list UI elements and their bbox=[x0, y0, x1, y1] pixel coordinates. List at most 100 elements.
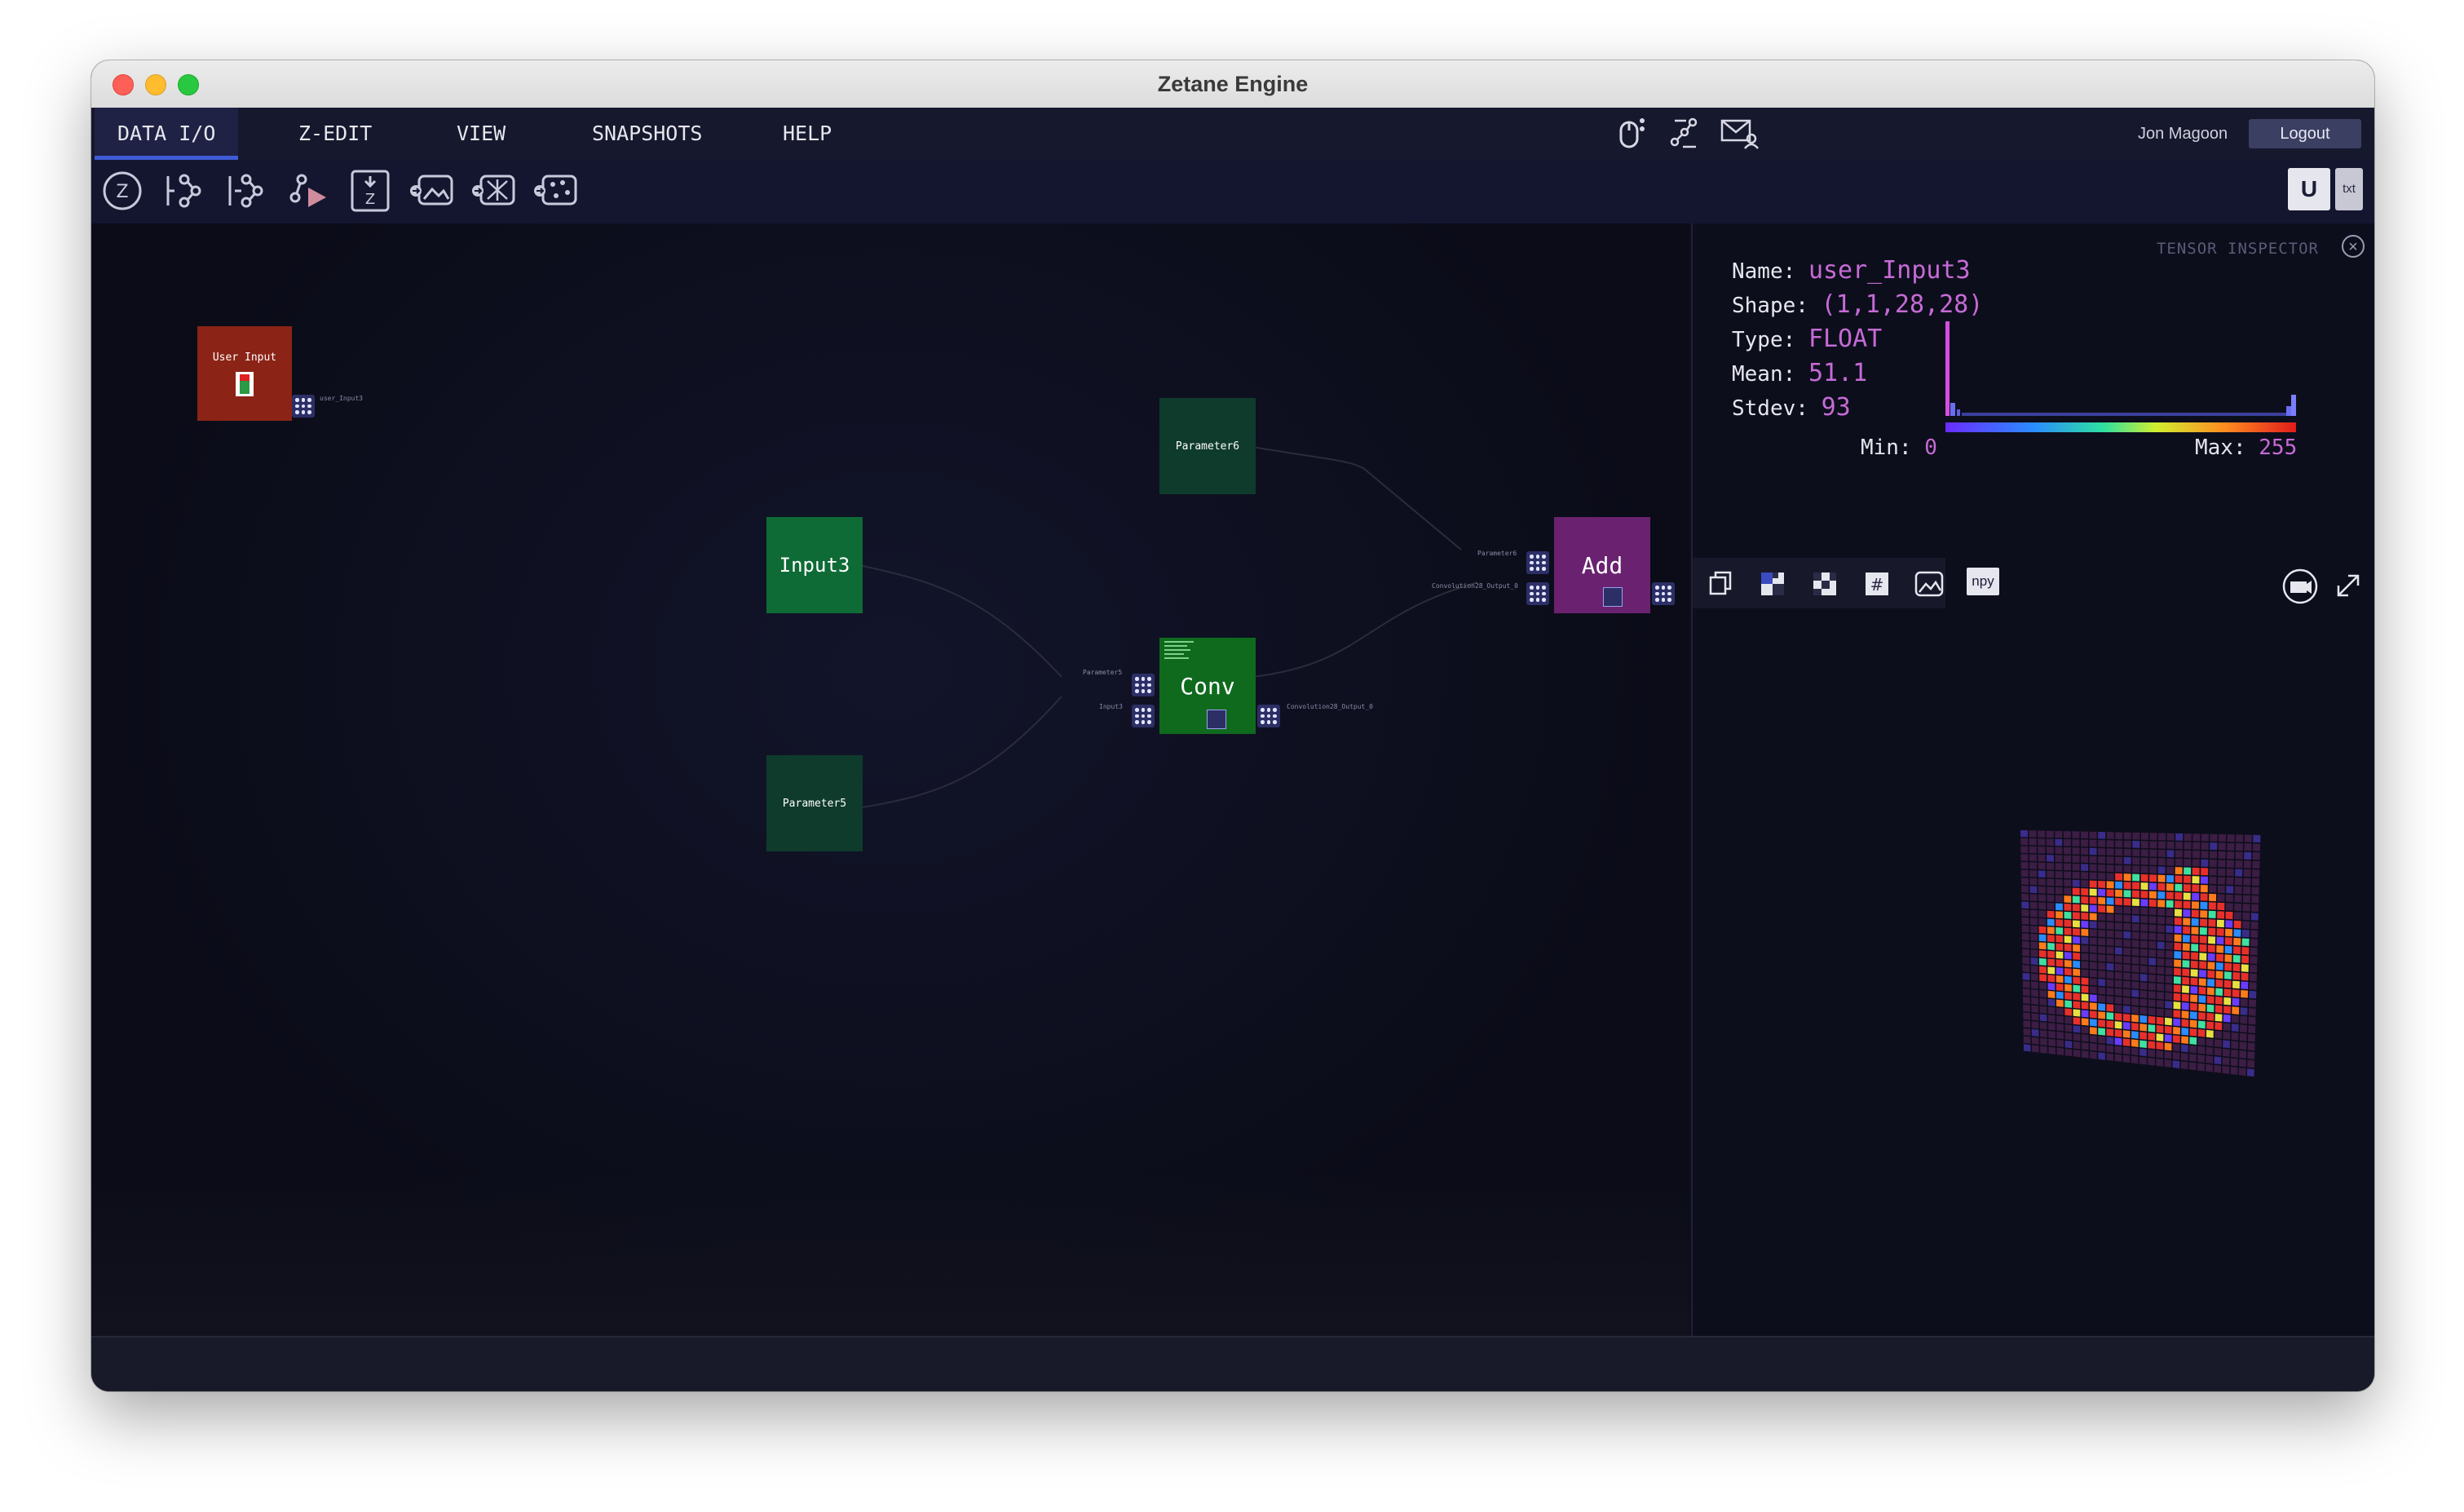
value-histogram bbox=[1945, 321, 2296, 432]
tensor-name-row: Name: user_Input3 bbox=[1732, 256, 1971, 285]
tensor-cell bbox=[2089, 888, 2097, 896]
checker-color-icon[interactable] bbox=[1756, 568, 1789, 600]
user-input-output-port[interactable] bbox=[292, 395, 315, 418]
tensor-cell bbox=[2098, 922, 2106, 930]
tensor-cell bbox=[2175, 892, 2183, 900]
graph-share-icon[interactable] bbox=[1667, 114, 1702, 150]
tensor-cell bbox=[2192, 867, 2200, 875]
input3-node[interactable]: Input3 bbox=[766, 517, 863, 613]
load-image-icon[interactable] bbox=[408, 166, 457, 215]
zetane-logo-icon[interactable]: Z bbox=[98, 166, 147, 215]
tensor-cell bbox=[2123, 856, 2131, 864]
logout-button[interactable]: Logout bbox=[2249, 119, 2361, 148]
conv-input-port-2[interactable] bbox=[1132, 705, 1155, 727]
tensor-cell bbox=[2157, 941, 2165, 949]
add-output-port[interactable] bbox=[1652, 582, 1675, 605]
tensor-cell bbox=[2140, 841, 2148, 849]
tensor-cell bbox=[2174, 942, 2182, 951]
txt-toggle-button[interactable]: txt bbox=[2335, 168, 2363, 210]
mail-users-icon[interactable] bbox=[1719, 114, 1761, 150]
graph-run-icon[interactable] bbox=[284, 166, 333, 215]
tensor-cell bbox=[2248, 1007, 2256, 1016]
tensor-3d-view[interactable] bbox=[2019, 824, 2288, 1093]
tensor-cell bbox=[2123, 964, 2131, 972]
graph-in-icon[interactable] bbox=[160, 166, 209, 215]
tensor-cell bbox=[2081, 928, 2089, 936]
mouse-help-icon[interactable] bbox=[1614, 114, 1650, 150]
tensor-cell bbox=[2106, 1053, 2114, 1061]
tensor-type-row: Type: FLOAT bbox=[1732, 325, 1882, 353]
tensor-cell bbox=[2047, 943, 2055, 950]
tensor-shape-row: Shape: (1,1,28,28) bbox=[1732, 290, 1983, 319]
graph-canvas[interactable]: User Input user_Input3 Input3 Parameter6… bbox=[91, 223, 1689, 1336]
tensor-cell bbox=[2031, 1005, 2039, 1013]
maximize-window-button[interactable] bbox=[178, 74, 199, 95]
menu-view[interactable]: VIEW bbox=[434, 108, 528, 160]
tensor-cell bbox=[2164, 1050, 2172, 1059]
conv-output-port[interactable] bbox=[1257, 705, 1280, 727]
inspector-close-icon[interactable]: × bbox=[2342, 235, 2365, 258]
expand-icon[interactable] bbox=[2332, 569, 2365, 602]
conv-node[interactable]: Conv bbox=[1159, 638, 1256, 734]
parameter5-node[interactable]: Parameter5 bbox=[766, 755, 863, 851]
add-image-icon[interactable] bbox=[1603, 587, 1623, 607]
menu-data-io[interactable]: DATA I/O bbox=[95, 108, 239, 160]
tensor-cell bbox=[2175, 867, 2183, 875]
tensor-cell bbox=[2199, 961, 2207, 970]
add-input-port-1[interactable] bbox=[1526, 551, 1549, 574]
tensor-cell bbox=[2201, 859, 2209, 867]
tensor-cell bbox=[2106, 897, 2114, 905]
tensor-cell bbox=[2189, 1054, 2197, 1062]
u-toggle-button[interactable]: U bbox=[2288, 168, 2330, 210]
conv-in-port-2-label: Input3 bbox=[1099, 703, 1123, 710]
checker-bw-icon[interactable] bbox=[1808, 568, 1841, 600]
menu-help[interactable]: HELP bbox=[760, 108, 854, 160]
menu-z-edit[interactable]: Z-EDIT bbox=[276, 108, 395, 160]
npy-export-button[interactable]: npy bbox=[1967, 568, 1999, 595]
snapshot-camera-icon[interactable] bbox=[2280, 566, 2320, 607]
tensor-cell bbox=[2241, 964, 2249, 972]
load-dataset-icon[interactable] bbox=[532, 166, 581, 215]
tensor-cell bbox=[2131, 931, 2139, 939]
z-download-icon[interactable]: Z bbox=[346, 166, 395, 215]
copy-icon[interactable] bbox=[1704, 568, 1737, 600]
tensor-cell bbox=[2251, 904, 2259, 913]
tensor-cell bbox=[2106, 864, 2114, 873]
tensor-cell bbox=[2164, 1059, 2172, 1068]
tensor-cell bbox=[2148, 949, 2157, 957]
menu-snapshots[interactable]: SNAPSHOTS bbox=[569, 108, 725, 160]
tensor-cell bbox=[2222, 1057, 2230, 1066]
tensor-cell bbox=[2073, 1009, 2081, 1017]
add-input-port-2[interactable] bbox=[1526, 582, 1549, 605]
conv-image-icon[interactable] bbox=[1207, 710, 1226, 729]
tensor-cell bbox=[2056, 959, 2064, 967]
tensor-cell bbox=[2251, 886, 2259, 895]
add-node[interactable]: Add bbox=[1554, 517, 1650, 613]
close-window-button[interactable] bbox=[113, 74, 134, 95]
tensor-cell bbox=[2235, 842, 2244, 851]
tensor-cell bbox=[2181, 1027, 2189, 1036]
tensor-cell bbox=[2056, 951, 2064, 959]
minimize-window-button[interactable] bbox=[145, 74, 166, 95]
tensor-cell bbox=[2038, 830, 2046, 838]
tensor-cell bbox=[2106, 979, 2114, 988]
tensor-cell bbox=[2180, 1061, 2188, 1070]
parameter6-node[interactable]: Parameter6 bbox=[1159, 398, 1256, 494]
tensor-cell bbox=[2098, 954, 2106, 962]
tensor-cell bbox=[2233, 920, 2241, 929]
tensor-cell bbox=[2072, 879, 2080, 887]
conv-input-port-1[interactable] bbox=[1132, 674, 1155, 696]
tensor-cell bbox=[2181, 1044, 2188, 1053]
image-icon[interactable] bbox=[1913, 568, 1945, 600]
load-model-icon[interactable] bbox=[470, 166, 519, 215]
tensor-cell bbox=[2184, 859, 2192, 867]
tensor-cell bbox=[2140, 915, 2148, 923]
tensor-cell bbox=[2056, 1032, 2064, 1040]
hash-icon[interactable]: # bbox=[1861, 568, 1893, 600]
tensor-cell bbox=[2072, 912, 2080, 920]
graph-out-icon[interactable] bbox=[222, 166, 271, 215]
tensor-cell bbox=[2063, 838, 2071, 847]
tensor-cell bbox=[2197, 1028, 2206, 1037]
tensor-cell bbox=[2250, 947, 2258, 956]
user-input-node[interactable]: User Input bbox=[197, 326, 292, 421]
